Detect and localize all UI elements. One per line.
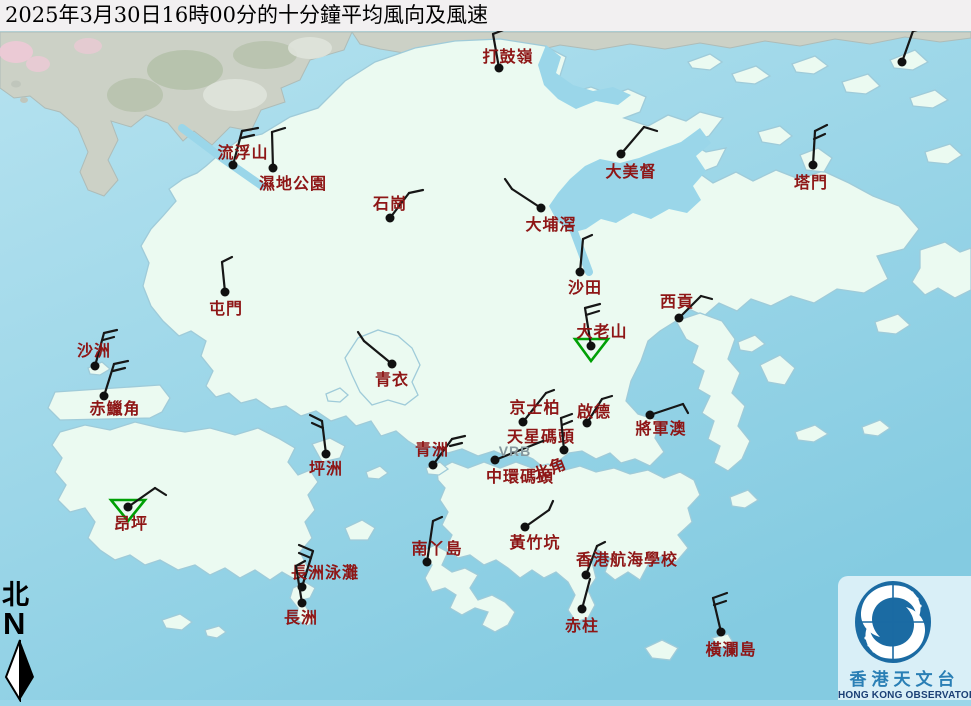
station-label: 大埔滘 (525, 215, 576, 234)
station-dot (91, 362, 100, 371)
station-label: 西貢 (660, 292, 694, 311)
station-dot (582, 571, 591, 580)
station-dot (269, 164, 278, 173)
station-label: 中環碼頭 (486, 467, 554, 486)
station-label: 流浮山 (217, 143, 268, 162)
hko-logo: 香港天文台 HONG KONG OBSERVATORY (838, 576, 971, 700)
station-label: 濕地公園 (259, 174, 327, 193)
station-label: 青洲 (415, 440, 449, 459)
station-dot (587, 342, 596, 351)
station-dot (537, 204, 546, 213)
station-label: 打鼓嶺 (482, 47, 533, 66)
station-dot (578, 605, 587, 614)
station-dot (521, 523, 530, 532)
station-label: 沙洲 (77, 341, 111, 360)
station-label: 大美督 (605, 162, 656, 181)
station-label: 長洲泳灘 (291, 563, 359, 582)
station-dot (388, 360, 397, 369)
station-label: 塔門 (794, 173, 828, 192)
station-dot (386, 214, 395, 223)
wind-barb (272, 132, 273, 168)
hk-wind-map: 打鼓嶺流浮山濕地公園石崗 大美督塔門大埔滘沙田西貢大老山 屯門沙洲赤鱲角 青衣京士柏啟… (0, 0, 971, 700)
hko-name-english: HONG KONG OBSERVATORY (838, 690, 971, 702)
station-label: 京士柏 (509, 398, 560, 417)
station-dot (298, 599, 307, 608)
north-arrow-icon (2, 638, 38, 702)
station-dot (675, 314, 684, 323)
station-dot (717, 628, 726, 637)
station-label: 將軍澳 (635, 419, 686, 438)
station-dot (423, 558, 432, 567)
station-label: 大老山 (576, 322, 627, 341)
station-label: 赤柱 (565, 616, 599, 635)
station-dot (560, 446, 569, 455)
station-label: 啟德 (577, 402, 611, 421)
station-label: 青衣 (375, 370, 409, 389)
station-label: 坪洲 (309, 459, 343, 478)
station-dot (429, 461, 438, 470)
station-label: 香港航海學校 (575, 550, 678, 569)
hko-emblem-icon (838, 576, 971, 668)
station-label: 石崗 (372, 194, 407, 213)
map-title: 2025年3月30日16時00分的十分鐘平均風向及風速 (0, 0, 971, 31)
station-label: 黃竹坑 (508, 533, 560, 552)
station-label: 昂坪 (114, 514, 148, 533)
hko-name-chinese: 香港天文台 (838, 670, 971, 690)
station-dot (221, 288, 230, 297)
station-label: 沙田 (568, 278, 602, 297)
station-label: 橫瀾島 (705, 640, 756, 659)
station-label: 赤鱲角 (89, 399, 140, 418)
station-dot (322, 450, 331, 459)
station-dot (576, 268, 585, 277)
north-letter-label: N (3, 610, 42, 638)
vrb-indicator: VRB (499, 443, 532, 459)
station-label: 屯門 (209, 299, 243, 318)
north-compass: 北 N (2, 582, 42, 706)
station-dot (617, 150, 626, 159)
station-dot (898, 58, 907, 67)
station-dot (124, 503, 133, 512)
station-dot (809, 161, 818, 170)
station-label: 長洲 (284, 608, 318, 627)
station-dot (519, 418, 528, 427)
station-label: 南丫島 (411, 539, 462, 558)
